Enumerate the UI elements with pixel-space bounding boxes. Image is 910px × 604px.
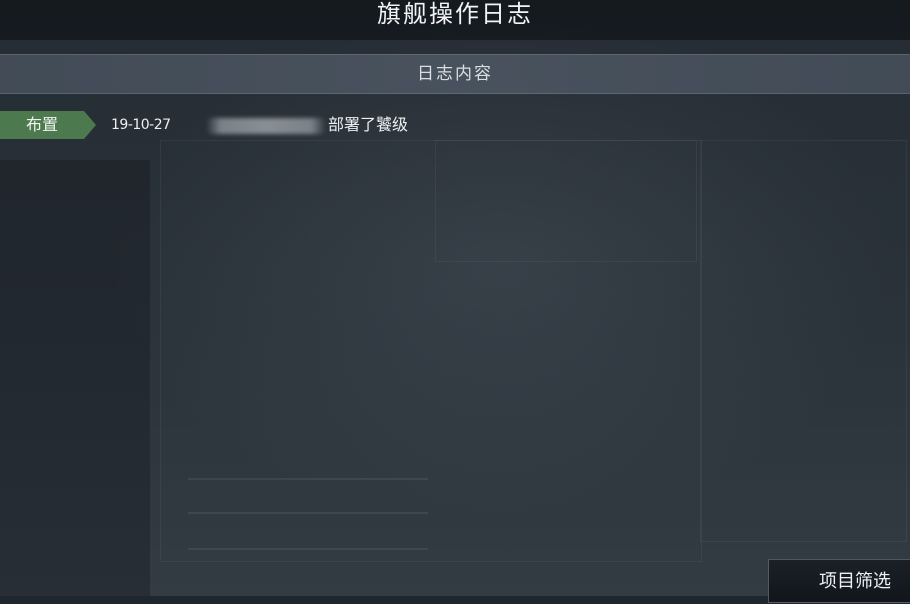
redacted-player-name — [206, 118, 326, 134]
filter-button[interactable]: 项目筛选 — [768, 559, 910, 603]
background-divider — [188, 548, 428, 550]
log-date: 19-10-27 — [111, 117, 171, 133]
background-divider — [188, 478, 428, 480]
log-entry-row: 布置 19-10-27 部署了饕级 — [0, 111, 910, 139]
background-panel — [435, 140, 697, 262]
background-sidebar — [0, 160, 150, 596]
log-text: 部署了饕级 — [328, 115, 409, 134]
log-content-header-label: 日志内容 — [417, 64, 493, 84]
log-category-tag: 布置 — [0, 111, 96, 139]
log-content-header: 日志内容 — [0, 54, 910, 94]
dialog-title: 旗舰操作日志 — [377, 0, 533, 28]
background-panel — [700, 140, 907, 542]
background-divider — [188, 512, 428, 514]
